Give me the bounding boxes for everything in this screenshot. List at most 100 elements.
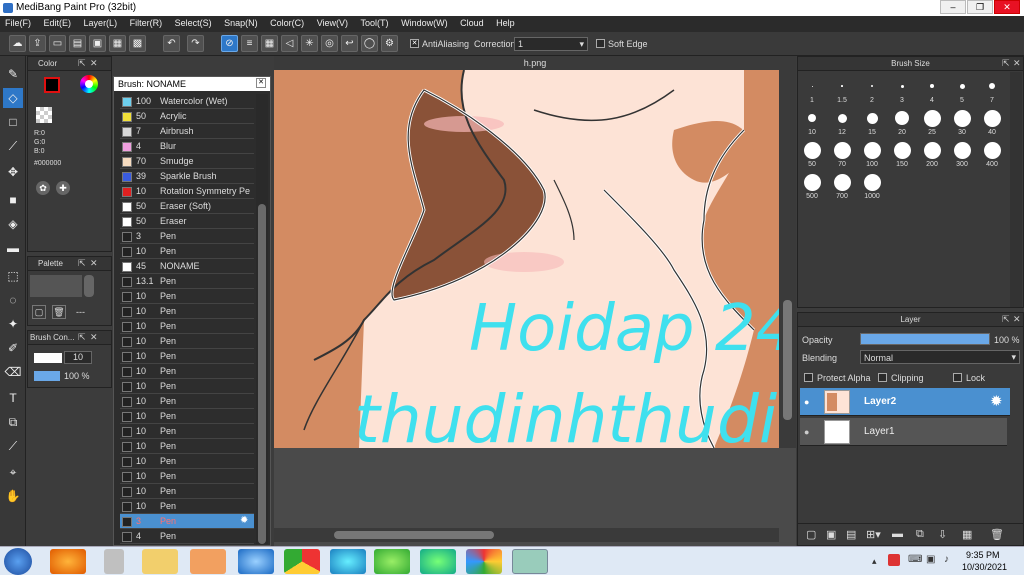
primary-color-swatch[interactable] — [44, 77, 60, 93]
brush-list-item[interactable]: 70 Smudge — [120, 154, 254, 169]
comment-icon[interactable]: ▤ — [69, 35, 86, 52]
maximize-button[interactable]: ❐ — [967, 0, 993, 14]
brush-size-scrollbar[interactable] — [1010, 72, 1022, 307]
snap-off-icon[interactable]: ⊘ — [221, 35, 238, 52]
menu-snap[interactable]: Snap(N) — [219, 16, 263, 30]
brush-list-item[interactable]: 10 Pen — [120, 394, 254, 409]
select-pen-tool-icon[interactable]: ✐ — [3, 338, 23, 358]
eyedropper-tool-icon[interactable]: ⌖ — [3, 462, 23, 482]
parallel-snap-icon[interactable]: ≡ — [241, 35, 258, 52]
app-icon[interactable] — [420, 549, 456, 574]
brush-size-option[interactable]: 2 — [857, 74, 887, 106]
brush-size-option[interactable]: 150 — [887, 138, 917, 170]
app-icon[interactable] — [466, 549, 502, 574]
folder-icon[interactable]: ▬ — [892, 528, 903, 540]
brush-size-option[interactable]: 100 — [857, 138, 887, 170]
concentric-snap-icon[interactable]: ◎ — [321, 35, 338, 52]
brush-opacity-slider[interactable] — [34, 371, 60, 381]
brush-size-option[interactable]: 7 — [977, 74, 1007, 106]
menu-cloud[interactable]: Cloud — [455, 16, 489, 30]
brush-list-item[interactable]: 10 Pen — [120, 499, 254, 514]
move-tool-icon[interactable]: ✥ — [3, 162, 23, 182]
menu-filter[interactable]: Filter(R) — [125, 16, 168, 30]
show-hidden-icons-icon[interactable]: ▴ — [872, 556, 877, 567]
eye-icon[interactable]: ● — [804, 397, 809, 407]
brush-list-item[interactable]: 10 Pen — [120, 379, 254, 394]
divide-tool-icon[interactable]: ⧉ — [3, 412, 23, 432]
close-icon[interactable]: ✕ — [90, 332, 98, 343]
text-tool-icon[interactable]: T — [3, 388, 23, 408]
brush-list-item[interactable]: 13.1 Pen — [120, 274, 254, 289]
brush-size-option[interactable]: 70 — [827, 138, 857, 170]
lasso-tool-icon[interactable]: ◌ — [3, 290, 23, 310]
menu-layer[interactable]: Layer(L) — [79, 16, 123, 30]
redo-icon[interactable]: ↷ — [187, 35, 204, 52]
palette-more-button[interactable]: --- — [76, 307, 85, 317]
brush-list-item[interactable]: 4 Pen — [120, 529, 254, 544]
scrollbar-thumb[interactable] — [258, 204, 266, 544]
drawing-canvas[interactable]: Hoidap 24 thudinhthudin — [274, 70, 779, 448]
brush-size-option[interactable]: 10 — [797, 106, 827, 138]
curve-snap-icon[interactable]: ↩ — [341, 35, 358, 52]
palette-scrollbar[interactable] — [84, 275, 94, 297]
rectangle-tool-icon[interactable]: □ — [3, 112, 23, 132]
expand-icon[interactable]: ⇱ — [78, 58, 86, 69]
internet-explorer-icon[interactable] — [238, 549, 274, 574]
brush-list-item[interactable]: 10 Pen — [120, 334, 254, 349]
start-button[interactable] — [4, 548, 32, 575]
layer-row-layer2[interactable]: ● Layer2 ✹ — [800, 388, 1010, 416]
layer-opacity-slider[interactable] — [860, 333, 990, 345]
soft-edge-checkbox[interactable] — [596, 39, 605, 48]
canvas-horizontal-scrollbar[interactable] — [274, 528, 779, 542]
add-color-icon[interactable]: ▢ — [32, 305, 46, 319]
brush-size-option[interactable]: 1.5 — [827, 74, 857, 106]
eyedropper-icon[interactable]: ✚ — [56, 181, 70, 195]
brush-size-option[interactable]: 12 — [827, 106, 857, 138]
ruler-tool-icon[interactable]: ⟋ — [3, 436, 23, 456]
expand-icon[interactable]: ⇱ — [78, 258, 86, 269]
protect-alpha-checkbox[interactable] — [804, 373, 813, 382]
scrollbar-thumb[interactable] — [783, 300, 792, 420]
select-tool-icon[interactable]: ⬚ — [3, 266, 23, 286]
cloud-icon[interactable]: ☁ — [9, 35, 26, 52]
menu-color[interactable]: Color(C) — [265, 16, 309, 30]
antialiasing-checkbox[interactable]: ✕ — [410, 39, 419, 48]
brush-size-option[interactable]: 30 — [947, 106, 977, 138]
brush-list-item[interactable]: 50 Eraser (Soft) — [120, 199, 254, 214]
canvas-vertical-scrollbar[interactable] — [779, 70, 796, 448]
media-icon[interactable] — [190, 549, 226, 574]
brush-size-option[interactable]: 40 — [977, 106, 1007, 138]
new-layer-icon[interactable]: ▢ — [806, 528, 816, 541]
brush-list-item[interactable]: 10 Pen — [120, 364, 254, 379]
brush-size-option[interactable]: 500 — [797, 170, 827, 202]
brush-list-item[interactable]: 50 Eraser — [120, 214, 254, 229]
brush-list-item[interactable]: 10 Pen — [120, 424, 254, 439]
keyboard-icon[interactable]: ⌨ — [908, 554, 922, 565]
brush-size-option[interactable]: 700 — [827, 170, 857, 202]
brush-list-item[interactable]: 3 Pen ✹ — [120, 514, 254, 529]
menu-help[interactable]: Help — [491, 16, 520, 30]
minimize-button[interactable]: – — [940, 0, 966, 14]
brush-size-option[interactable]: 15 — [857, 106, 887, 138]
clipping-checkbox[interactable] — [878, 373, 887, 382]
line-tool-icon[interactable]: ⟋ — [3, 136, 23, 156]
chat-icon[interactable]: ▭ — [49, 35, 66, 52]
eraser-tool-icon[interactable]: ◇ — [3, 88, 23, 108]
volume-icon[interactable]: ♪ — [944, 554, 949, 565]
brush-list-item[interactable]: 10 Pen — [120, 349, 254, 364]
magic-wand-tool-icon[interactable]: ✦ — [3, 314, 23, 334]
save-icon[interactable]: ▣ — [89, 35, 106, 52]
fill-rect-tool-icon[interactable]: ■ — [3, 190, 23, 210]
close-icon[interactable]: ✕ — [1013, 58, 1021, 69]
clock-time[interactable]: 9:35 PM — [966, 550, 1000, 560]
chrome-icon[interactable] — [284, 549, 320, 574]
palette-swatch-area[interactable] — [30, 275, 82, 297]
app-icon[interactable] — [374, 549, 410, 574]
close-icon[interactable]: ✕ — [90, 258, 98, 269]
layout-icon[interactable]: ▦ — [109, 35, 126, 52]
ellipse-snap-icon[interactable]: ◯ — [361, 35, 378, 52]
brush-list-item[interactable]: 39 Sparkle Brush — [120, 169, 254, 184]
blending-select[interactable]: Normal ▾ — [860, 350, 1020, 364]
color-wheel-icon[interactable] — [80, 75, 98, 93]
grid-icon[interactable]: ▩ — [129, 35, 146, 52]
